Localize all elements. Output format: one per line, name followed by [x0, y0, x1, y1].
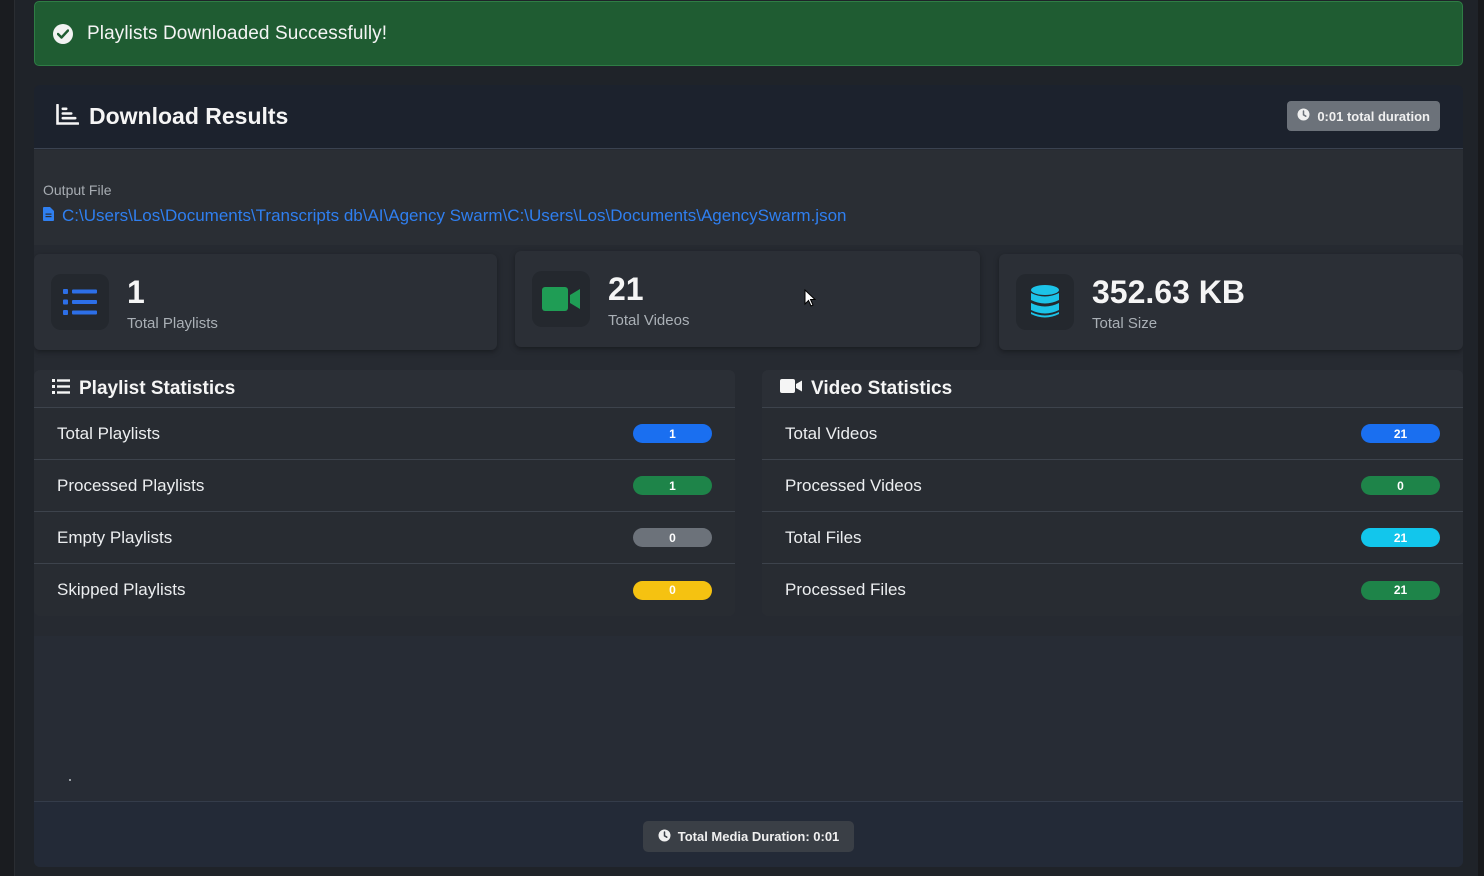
count-badge: 21 [1361, 424, 1440, 443]
total-media-duration-text: Total Media Duration: 0:01 [677, 829, 840, 844]
output-file-path[interactable]: C:\Users\Los\Documents\Transcripts db\AI… [62, 206, 846, 226]
table-row: Skipped Playlists 0 [34, 564, 735, 616]
row-label: Empty Playlists [57, 527, 173, 547]
table-row: Total Videos 21 [762, 408, 1463, 460]
table-row: Total Files 21 [762, 512, 1463, 564]
table-row: Empty Playlists 0 [34, 512, 735, 564]
stat-card-playlists: 1 Total Playlists [34, 254, 497, 350]
row-label: Skipped Playlists [57, 580, 186, 599]
total-videos-value: 21 [608, 271, 644, 307]
row-label: Processed Playlists [57, 475, 205, 495]
output-file-link[interactable]: C:\Users\Los\Documents\Transcripts db\AI… [43, 206, 846, 226]
video-statistics-header: Video Statistics [762, 370, 1463, 408]
content-area [34, 636, 1463, 801]
total-size-label: Total Size [1092, 315, 1158, 332]
stat-card-size: 352.63 KB Total Size [999, 254, 1463, 350]
mouse-cursor-icon [804, 288, 817, 312]
count-badge: 0 [633, 580, 712, 600]
video-camera-icon [532, 271, 590, 327]
list-icon [51, 274, 109, 330]
chart-bar-icon [56, 103, 80, 130]
playlist-statistics-panel: Playlist Statistics Total Playlists 1 Pr… [34, 370, 735, 616]
check-circle-icon [53, 23, 73, 44]
row-label: Total Playlists [57, 423, 160, 443]
total-videos-label: Total Videos [608, 312, 690, 329]
count-badge: 0 [633, 528, 712, 547]
total-media-duration-badge: Total Media Duration: 0:01 [643, 821, 854, 852]
left-sidebar-edge [0, 0, 15, 876]
stat-card-videos: 21 Total Videos [515, 251, 980, 347]
table-row: Total Playlists 1 [34, 408, 735, 460]
count-badge: 21 [1361, 580, 1440, 600]
playlist-statistics-header: Playlist Statistics [34, 370, 735, 408]
table-row: Processed Videos 0 [762, 460, 1463, 512]
total-size-value: 352.63 KB [1092, 274, 1245, 310]
table-row: Processed Files 21 [762, 564, 1463, 616]
page-title: Download Results [89, 103, 289, 129]
file-icon [43, 206, 54, 226]
count-badge: 1 [633, 424, 712, 443]
total-playlists-value: 1 [127, 274, 145, 310]
card-header: Download Results 0:01 total duration [34, 85, 1463, 149]
total-playlists-label: Total Playlists [127, 315, 218, 332]
table-row: Processed Playlists 1 [34, 460, 735, 512]
count-badge: 0 [1361, 476, 1440, 495]
clock-icon [658, 829, 671, 845]
card-footer: Total Media Duration: 0:01 [34, 801, 1463, 867]
output-file-label: Output File [43, 182, 112, 198]
video-camera-icon [780, 379, 802, 398]
output-file-section: Output File C:\Users\Los\Documents\Trans… [34, 150, 1463, 245]
total-duration-badge: 0:01 total duration [1287, 101, 1440, 131]
video-statistics-title: Video Statistics [811, 377, 953, 399]
success-alert: Playlists Downloaded Successfully! [34, 1, 1463, 66]
right-scrollbar-edge [1478, 0, 1484, 876]
alert-message: Playlists Downloaded Successfully! [87, 22, 388, 44]
row-label: Processed Files [785, 580, 906, 599]
count-badge: 1 [633, 476, 712, 495]
database-icon [1016, 274, 1074, 330]
total-duration-text: 0:01 total duration [1317, 108, 1430, 124]
video-statistics-panel: Video Statistics Total Videos 21 Process… [762, 370, 1463, 616]
row-label: Processed Videos [785, 475, 922, 495]
playlist-statistics-title: Playlist Statistics [79, 377, 236, 399]
row-label: Total Videos [785, 423, 878, 443]
row-label: Total Files [785, 527, 862, 547]
clock-icon [1297, 108, 1310, 124]
download-results-card: Download Results 0:01 total duration Out… [34, 85, 1463, 867]
dot [69, 779, 71, 781]
count-badge: 21 [1361, 528, 1440, 547]
list-icon [52, 378, 70, 399]
